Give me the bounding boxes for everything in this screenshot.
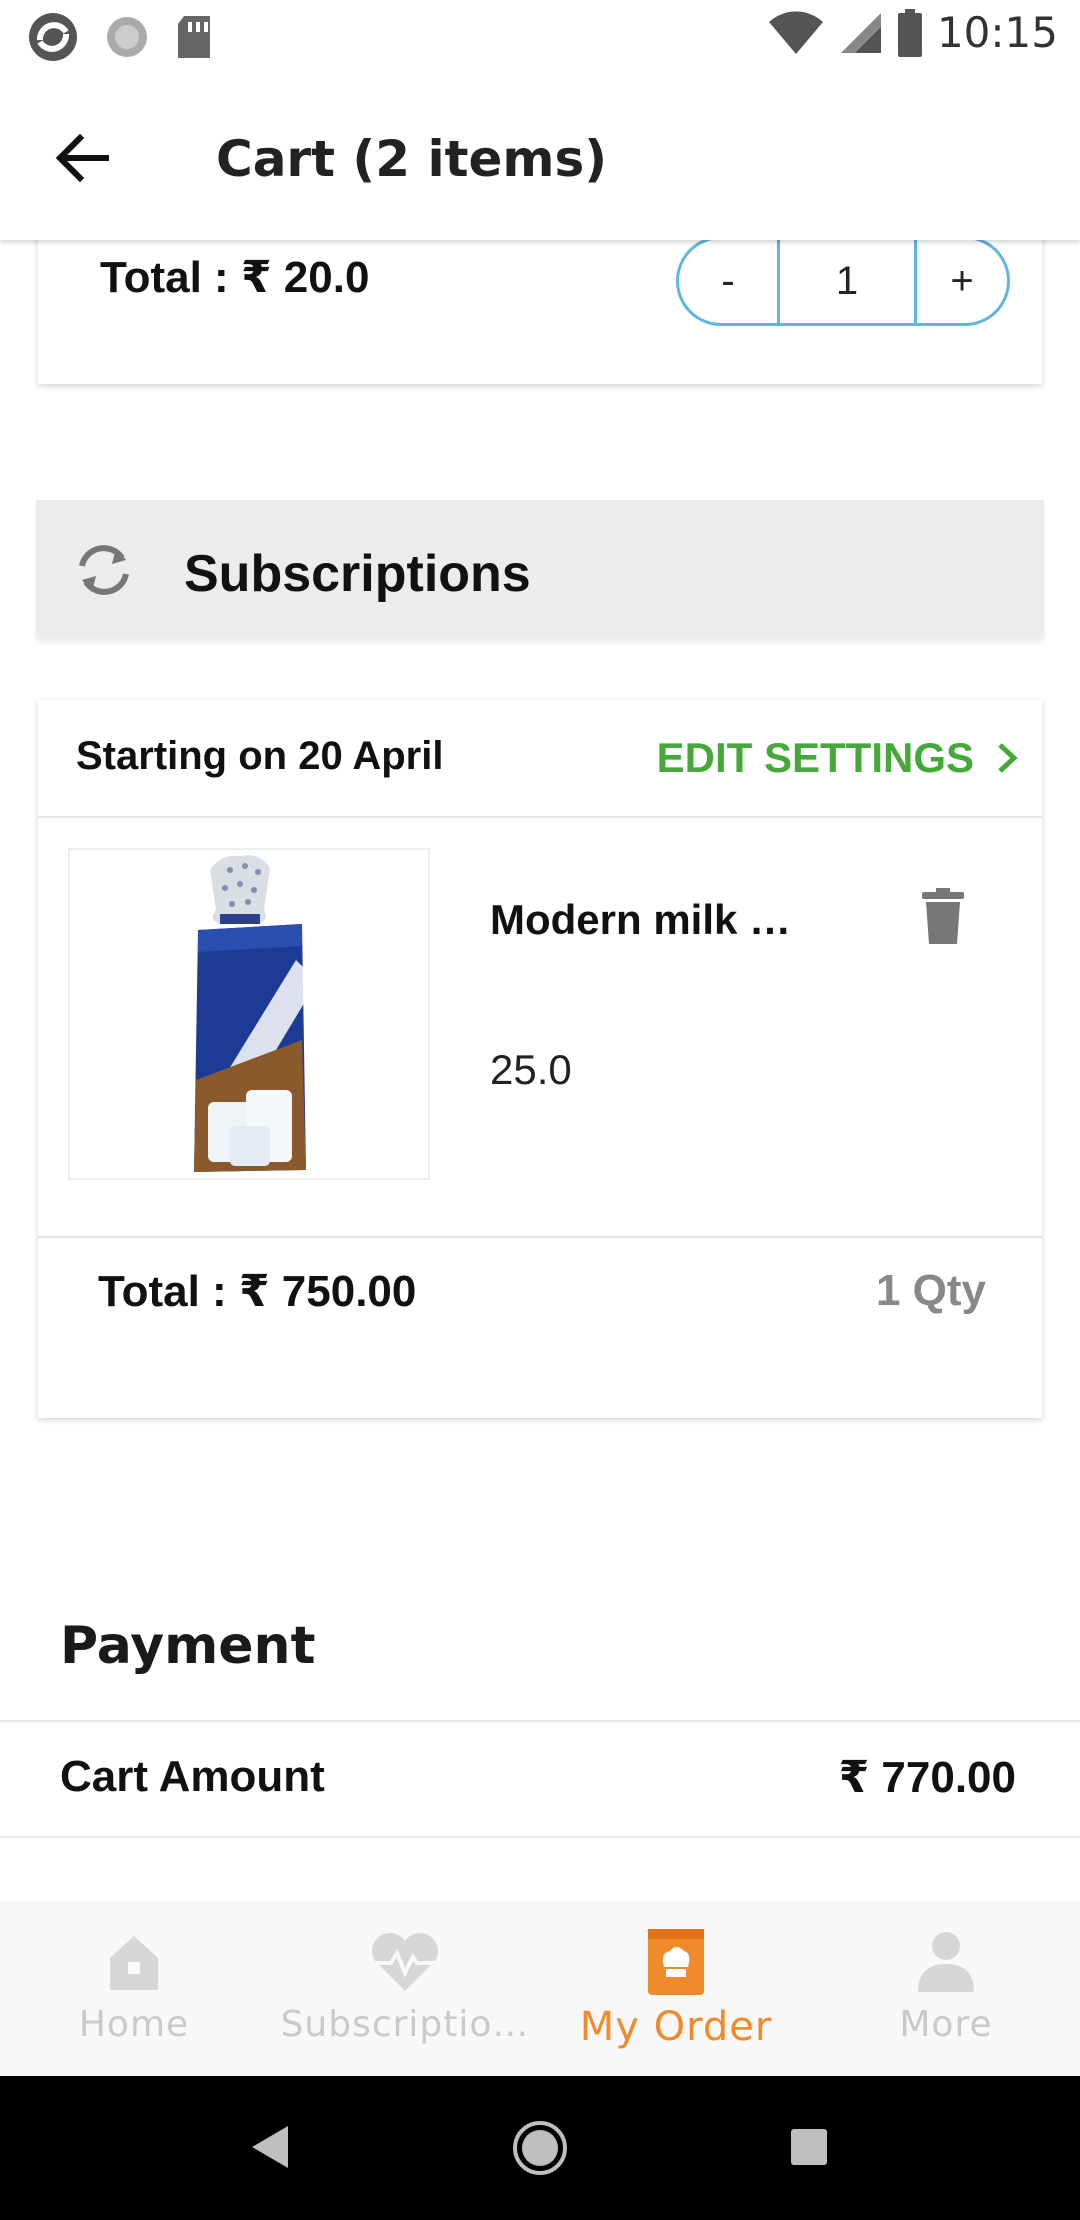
system-nav-bar — [0, 2076, 1080, 2220]
home-icon — [110, 1936, 158, 1990]
subscription-card-header: Starting on 20 April EDIT SETTINGS — [38, 700, 1042, 818]
product-price: 25.0 — [490, 1046, 572, 1093]
battery-icon — [897, 8, 922, 57]
recents-nav-icon[interactable] — [790, 2128, 828, 2166]
decrease-qty-button[interactable]: - — [679, 239, 780, 323]
heart-pulse-icon — [371, 1932, 439, 1991]
product-name: Modern milk … — [490, 896, 792, 943]
user-icon — [918, 1932, 974, 1992]
loading-icon — [107, 17, 147, 57]
signal-icon — [840, 12, 881, 53]
back-nav-icon[interactable] — [250, 2124, 290, 2170]
start-date: Starting on 20 April — [76, 734, 444, 778]
subscriptions-title: Subscriptions — [184, 545, 531, 603]
edit-settings-button[interactable]: EDIT SETTINGS — [657, 734, 1018, 782]
status-time: 10:15 — [936, 8, 1058, 57]
wifi-icon — [768, 11, 823, 54]
nav-my-order[interactable]: My Order — [566, 1904, 786, 2076]
increase-qty-button[interactable]: + — [917, 239, 1007, 323]
subscriptions-header: Subscriptions — [36, 500, 1044, 638]
page-title: Cart (2 items) — [216, 130, 608, 188]
subscription-card: Starting on 20 April EDIT SETTINGS Moder… — [38, 700, 1042, 1418]
edit-settings-label: EDIT SETTINGS — [656, 734, 974, 781]
order-book-icon — [648, 1929, 704, 1995]
divider — [0, 1836, 1080, 1838]
nav-my-order-label: My Order — [579, 2004, 773, 2050]
qty-value: 1 — [780, 239, 917, 323]
cart-item-total: Total : ₹ 20.0 — [100, 253, 370, 302]
nav-subscriptions-label: Subscriptio… — [280, 2004, 530, 2045]
back-arrow-icon[interactable] — [52, 128, 112, 188]
cart-amount-label: Cart Amount — [60, 1752, 325, 1801]
app-bar: Cart (2 items) — [0, 72, 1080, 240]
divider — [38, 1236, 1042, 1238]
refresh-icon — [79, 545, 129, 595]
divider — [0, 1720, 1080, 1722]
delete-icon[interactable] — [920, 888, 966, 944]
bottom-nav: Home Subscriptio… My Order More — [0, 1904, 1080, 2076]
subscription-qty: 1 Qty — [875, 1266, 986, 1315]
nav-home[interactable]: Home — [54, 1904, 214, 2076]
payment-title: Payment — [60, 1616, 316, 1676]
cart-amount-value: ₹ 770.00 — [838, 1753, 1016, 1802]
home-nav-icon[interactable] — [512, 2120, 568, 2176]
nav-more-label: More — [899, 2004, 993, 2045]
sync-app-icon — [29, 13, 77, 61]
subscription-total: Total : ₹ 750.00 — [98, 1267, 417, 1316]
quantity-stepper: - 1 + — [676, 236, 1010, 326]
nav-more[interactable]: More — [866, 1904, 1026, 2076]
nav-home-label: Home — [78, 2004, 190, 2045]
nav-subscriptions[interactable]: Subscriptio… — [280, 1904, 530, 2076]
sd-card-icon — [178, 16, 210, 58]
chevron-right-icon — [998, 743, 1018, 773]
status-bar: 10:15 — [0, 0, 1080, 72]
product-image — [68, 848, 430, 1180]
